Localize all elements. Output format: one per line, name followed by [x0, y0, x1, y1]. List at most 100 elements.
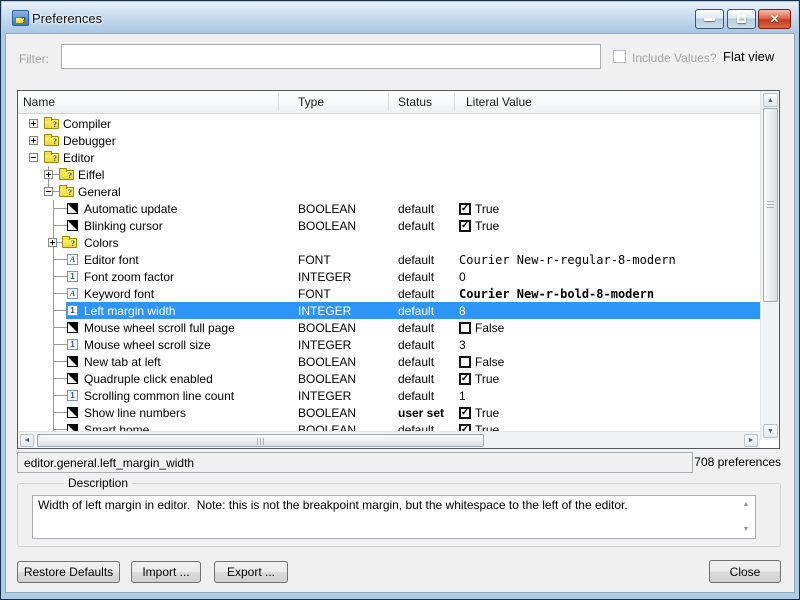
checked-checkbox-icon[interactable]: ✓ — [459, 373, 471, 385]
tree-row[interactable]: ?General — [18, 183, 760, 200]
description-text: Width of left margin in editor. Note: th… — [38, 498, 735, 512]
preference-status: default — [398, 202, 434, 216]
tree-row[interactable]: AKeyword fontFONTdefaultCourier New-r-bo… — [18, 285, 760, 302]
tree-row[interactable]: Show line numbersBOOLEANuser set✓True — [18, 404, 760, 421]
preference-type: BOOLEAN — [298, 219, 356, 233]
preference-value: Courier New-r-bold-8-modern — [459, 285, 654, 302]
tree-row[interactable]: ? Compiler — [18, 115, 760, 132]
maximize-button[interactable] — [727, 9, 756, 29]
tree-row[interactable]: 1Left margin widthINTEGERdefault8 — [18, 302, 760, 319]
column-header-status[interactable]: Status — [398, 95, 432, 109]
preference-name: Scrolling common line count — [84, 389, 234, 403]
scroll-up-icon[interactable]: ▲ — [739, 498, 753, 511]
column-separator[interactable] — [388, 93, 389, 111]
collapse-icon[interactable] — [29, 153, 38, 162]
expand-icon[interactable] — [29, 119, 38, 128]
tree-connector-line — [53, 327, 68, 328]
tree-row[interactable]: ?Eiffel — [18, 166, 760, 183]
close-dialog-button[interactable]: Close — [709, 560, 781, 583]
expand-icon[interactable] — [48, 238, 57, 247]
tree-row[interactable]: ?Debugger — [18, 132, 760, 149]
vertical-scrollbar-thumb[interactable] — [763, 108, 778, 302]
preference-name: Mouse wheel scroll size — [84, 338, 211, 352]
scroll-right-icon[interactable]: ► — [744, 434, 758, 447]
tree-row[interactable]: Mouse wheel scroll full pageBOOLEANdefau… — [18, 319, 760, 336]
preference-type: FONT — [298, 287, 331, 301]
include-values-checkbox[interactable] — [613, 50, 626, 63]
collapse-icon[interactable] — [44, 187, 53, 196]
close-button[interactable]: ✕ — [758, 9, 791, 29]
horizontal-scrollbar[interactable]: ◄ ► — [18, 431, 760, 448]
tree-row[interactable]: AEditor fontFONTdefaultCourier New-r-reg… — [18, 251, 760, 268]
preference-name: Show line numbers — [84, 406, 186, 420]
preference-value: Courier New-r-regular-8-modern — [459, 251, 676, 268]
preference-type: BOOLEAN — [298, 355, 356, 369]
include-values-label: Include Values? — [632, 51, 717, 65]
horizontal-scrollbar-thumb[interactable] — [37, 434, 484, 447]
filter-input[interactable] — [61, 44, 601, 69]
checked-checkbox-icon[interactable]: ✓ — [459, 220, 471, 232]
boolean-type-icon — [67, 220, 78, 231]
preference-status: default — [398, 423, 434, 431]
column-separator[interactable] — [278, 93, 279, 111]
integer-type-icon: 1 — [67, 271, 78, 282]
scroll-down-icon[interactable]: ▼ — [763, 424, 778, 438]
scroll-up-icon[interactable]: ▲ — [763, 93, 778, 107]
checked-checkbox-icon[interactable]: ✓ — [459, 203, 471, 215]
tree-row[interactable]: 1Scrolling common line countINTEGERdefau… — [18, 387, 760, 404]
preference-name: Compiler — [63, 117, 111, 131]
expand-icon[interactable] — [44, 170, 53, 179]
tree-row[interactable]: 1Font zoom factorINTEGERdefault0 — [18, 268, 760, 285]
title-bar[interactable]: ? Preferences — [2, 2, 798, 33]
checked-checkbox-icon[interactable]: ✓ — [459, 407, 471, 419]
preference-value: False — [459, 319, 504, 336]
preference-name: General — [78, 185, 121, 199]
unchecked-checkbox-icon[interactable] — [459, 322, 471, 334]
boolean-type-icon — [67, 373, 78, 384]
unchecked-checkbox-icon[interactable] — [459, 356, 471, 368]
column-header-type[interactable]: Type — [298, 95, 324, 109]
expand-icon[interactable] — [29, 136, 38, 145]
restore-defaults-button[interactable]: Restore Defaults — [17, 561, 120, 583]
folder-icon: ? — [44, 136, 59, 146]
minimize-button[interactable] — [695, 9, 724, 29]
import-button[interactable]: Import ... — [131, 561, 201, 583]
preference-status: default — [398, 253, 434, 267]
export-button[interactable]: Export ... — [214, 561, 288, 583]
question-mark-icon: ? — [21, 16, 26, 25]
preference-name: Blinking cursor — [84, 219, 163, 233]
scroll-left-icon[interactable]: ◄ — [20, 434, 34, 447]
preference-type: INTEGER — [298, 270, 351, 284]
preference-status: default — [398, 219, 434, 233]
column-header-literal-value[interactable]: Literal Value — [466, 95, 532, 109]
tree-row[interactable]: Quadruple click enabledBOOLEANdefault✓Tr… — [18, 370, 760, 387]
tree-row[interactable]: New tab at leftBOOLEANdefaultFalse — [18, 353, 760, 370]
tree-row[interactable]: ?Editor — [18, 149, 760, 166]
boolean-type-icon — [67, 407, 78, 418]
scroll-down-icon[interactable]: ▼ — [739, 523, 753, 536]
integer-type-icon: 1 — [67, 339, 78, 350]
folder-icon: ? — [44, 119, 59, 129]
checked-checkbox-icon[interactable]: ✓ — [459, 424, 471, 432]
preference-type: BOOLEAN — [298, 202, 356, 216]
tree-row[interactable]: Smart homeBOOLEANdefault✓True — [18, 421, 760, 431]
preference-name: Keyword font — [84, 287, 154, 301]
window-title: Preferences — [32, 11, 102, 26]
description-text-area[interactable]: Width of left margin in editor. Note: th… — [32, 495, 756, 539]
preference-name: Eiffel — [78, 168, 104, 182]
preferences-tree-panel: Name Type Status Literal Value ? Compiler… — [17, 90, 780, 449]
column-header-name[interactable]: Name — [23, 95, 55, 109]
preference-value: False — [459, 353, 504, 370]
tree-row[interactable]: Blinking cursorBOOLEANdefault✓True — [18, 217, 760, 234]
column-separator[interactable] — [454, 93, 455, 111]
preference-name: Font zoom factor — [84, 270, 174, 284]
tree-row[interactable]: ?Colors — [18, 234, 760, 251]
preference-status: default — [398, 321, 434, 335]
preference-status: default — [398, 304, 434, 318]
tree-row[interactable]: 1Mouse wheel scroll sizeINTEGERdefault3 — [18, 336, 760, 353]
maximize-icon — [737, 15, 746, 23]
flat-view-label[interactable]: Flat view — [723, 49, 774, 64]
vertical-scrollbar[interactable]: ▲ ▼ — [760, 91, 779, 440]
tree-row[interactable]: Automatic updateBOOLEANdefault✓True — [18, 200, 760, 217]
preference-status: default — [398, 389, 434, 403]
